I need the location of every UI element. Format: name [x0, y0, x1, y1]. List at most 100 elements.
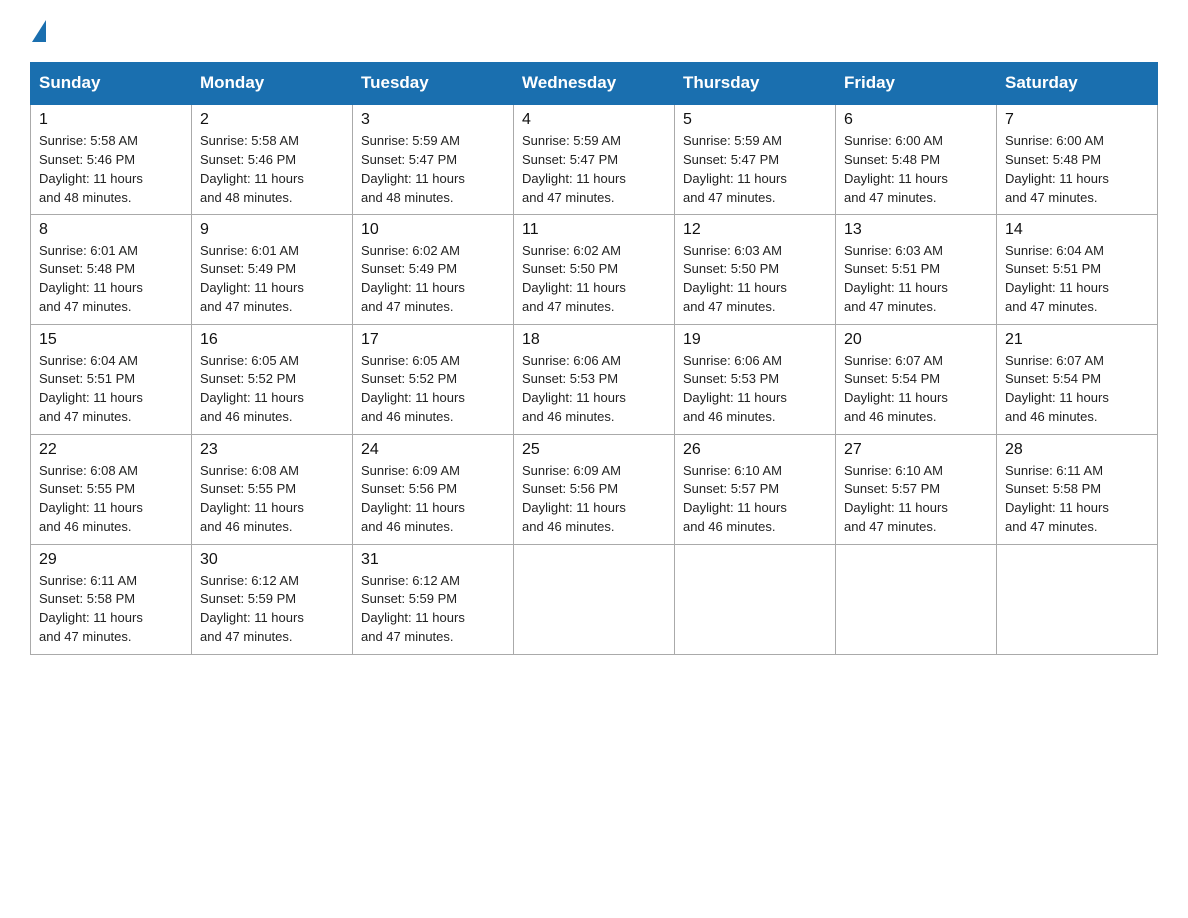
calendar-cell — [675, 544, 836, 654]
day-number: 25 — [522, 441, 666, 459]
calendar-cell: 30 Sunrise: 6:12 AMSunset: 5:59 PMDaylig… — [192, 544, 353, 654]
day-number: 7 — [1005, 111, 1149, 129]
day-number: 8 — [39, 221, 183, 239]
column-header-saturday: Saturday — [997, 63, 1158, 105]
week-row-2: 8 Sunrise: 6:01 AMSunset: 5:48 PMDayligh… — [31, 214, 1158, 324]
calendar-cell: 22 Sunrise: 6:08 AMSunset: 5:55 PMDaylig… — [31, 434, 192, 544]
day-number: 9 — [200, 221, 344, 239]
day-number: 12 — [683, 221, 827, 239]
calendar-table: SundayMondayTuesdayWednesdayThursdayFrid… — [30, 62, 1158, 655]
day-info: Sunrise: 6:10 AMSunset: 5:57 PMDaylight:… — [844, 463, 948, 535]
week-row-1: 1 Sunrise: 5:58 AMSunset: 5:46 PMDayligh… — [31, 104, 1158, 214]
day-number: 1 — [39, 111, 183, 129]
calendar-cell: 3 Sunrise: 5:59 AMSunset: 5:47 PMDayligh… — [353, 104, 514, 214]
day-number: 28 — [1005, 441, 1149, 459]
calendar-cell — [836, 544, 997, 654]
week-row-3: 15 Sunrise: 6:04 AMSunset: 5:51 PMDaylig… — [31, 324, 1158, 434]
calendar-cell: 8 Sunrise: 6:01 AMSunset: 5:48 PMDayligh… — [31, 214, 192, 324]
day-info: Sunrise: 6:06 AMSunset: 5:53 PMDaylight:… — [683, 353, 787, 425]
day-number: 29 — [39, 551, 183, 569]
column-header-friday: Friday — [836, 63, 997, 105]
day-number: 27 — [844, 441, 988, 459]
calendar-cell: 13 Sunrise: 6:03 AMSunset: 5:51 PMDaylig… — [836, 214, 997, 324]
column-header-thursday: Thursday — [675, 63, 836, 105]
calendar-cell: 20 Sunrise: 6:07 AMSunset: 5:54 PMDaylig… — [836, 324, 997, 434]
day-number: 2 — [200, 111, 344, 129]
day-info: Sunrise: 6:02 AMSunset: 5:49 PMDaylight:… — [361, 243, 465, 315]
day-info: Sunrise: 6:12 AMSunset: 5:59 PMDaylight:… — [200, 573, 304, 645]
day-info: Sunrise: 5:59 AMSunset: 5:47 PMDaylight:… — [522, 133, 626, 205]
calendar-cell: 28 Sunrise: 6:11 AMSunset: 5:58 PMDaylig… — [997, 434, 1158, 544]
calendar-cell: 31 Sunrise: 6:12 AMSunset: 5:59 PMDaylig… — [353, 544, 514, 654]
day-number: 23 — [200, 441, 344, 459]
day-info: Sunrise: 6:05 AMSunset: 5:52 PMDaylight:… — [361, 353, 465, 425]
day-info: Sunrise: 6:07 AMSunset: 5:54 PMDaylight:… — [844, 353, 948, 425]
calendar-cell: 27 Sunrise: 6:10 AMSunset: 5:57 PMDaylig… — [836, 434, 997, 544]
day-number: 19 — [683, 331, 827, 349]
day-number: 21 — [1005, 331, 1149, 349]
day-number: 15 — [39, 331, 183, 349]
day-info: Sunrise: 6:01 AMSunset: 5:49 PMDaylight:… — [200, 243, 304, 315]
calendar-header-row: SundayMondayTuesdayWednesdayThursdayFrid… — [31, 63, 1158, 105]
day-number: 24 — [361, 441, 505, 459]
day-info: Sunrise: 5:59 AMSunset: 5:47 PMDaylight:… — [683, 133, 787, 205]
week-row-4: 22 Sunrise: 6:08 AMSunset: 5:55 PMDaylig… — [31, 434, 1158, 544]
calendar-cell: 18 Sunrise: 6:06 AMSunset: 5:53 PMDaylig… — [514, 324, 675, 434]
day-number: 14 — [1005, 221, 1149, 239]
column-header-monday: Monday — [192, 63, 353, 105]
day-info: Sunrise: 6:08 AMSunset: 5:55 PMDaylight:… — [200, 463, 304, 535]
column-header-tuesday: Tuesday — [353, 63, 514, 105]
logo-triangle-icon — [32, 20, 46, 42]
calendar-cell: 25 Sunrise: 6:09 AMSunset: 5:56 PMDaylig… — [514, 434, 675, 544]
calendar-cell: 1 Sunrise: 5:58 AMSunset: 5:46 PMDayligh… — [31, 104, 192, 214]
day-info: Sunrise: 6:11 AMSunset: 5:58 PMDaylight:… — [1005, 463, 1109, 535]
day-info: Sunrise: 5:58 AMSunset: 5:46 PMDaylight:… — [39, 133, 143, 205]
day-info: Sunrise: 6:11 AMSunset: 5:58 PMDaylight:… — [39, 573, 143, 645]
column-header-sunday: Sunday — [31, 63, 192, 105]
calendar-cell: 17 Sunrise: 6:05 AMSunset: 5:52 PMDaylig… — [353, 324, 514, 434]
day-info: Sunrise: 5:59 AMSunset: 5:47 PMDaylight:… — [361, 133, 465, 205]
calendar-cell: 15 Sunrise: 6:04 AMSunset: 5:51 PMDaylig… — [31, 324, 192, 434]
calendar-cell: 26 Sunrise: 6:10 AMSunset: 5:57 PMDaylig… — [675, 434, 836, 544]
calendar-cell: 23 Sunrise: 6:08 AMSunset: 5:55 PMDaylig… — [192, 434, 353, 544]
day-info: Sunrise: 6:04 AMSunset: 5:51 PMDaylight:… — [39, 353, 143, 425]
calendar-cell — [997, 544, 1158, 654]
day-info: Sunrise: 6:10 AMSunset: 5:57 PMDaylight:… — [683, 463, 787, 535]
day-number: 13 — [844, 221, 988, 239]
day-info: Sunrise: 6:00 AMSunset: 5:48 PMDaylight:… — [844, 133, 948, 205]
day-info: Sunrise: 6:01 AMSunset: 5:48 PMDaylight:… — [39, 243, 143, 315]
day-number: 31 — [361, 551, 505, 569]
day-number: 22 — [39, 441, 183, 459]
day-number: 17 — [361, 331, 505, 349]
calendar-cell: 21 Sunrise: 6:07 AMSunset: 5:54 PMDaylig… — [997, 324, 1158, 434]
day-info: Sunrise: 6:03 AMSunset: 5:51 PMDaylight:… — [844, 243, 948, 315]
day-info: Sunrise: 6:00 AMSunset: 5:48 PMDaylight:… — [1005, 133, 1109, 205]
day-number: 10 — [361, 221, 505, 239]
day-info: Sunrise: 6:07 AMSunset: 5:54 PMDaylight:… — [1005, 353, 1109, 425]
day-info: Sunrise: 6:09 AMSunset: 5:56 PMDaylight:… — [522, 463, 626, 535]
calendar-cell: 6 Sunrise: 6:00 AMSunset: 5:48 PMDayligh… — [836, 104, 997, 214]
day-number: 3 — [361, 111, 505, 129]
calendar-cell: 11 Sunrise: 6:02 AMSunset: 5:50 PMDaylig… — [514, 214, 675, 324]
day-number: 11 — [522, 221, 666, 239]
calendar-cell: 29 Sunrise: 6:11 AMSunset: 5:58 PMDaylig… — [31, 544, 192, 654]
day-info: Sunrise: 6:09 AMSunset: 5:56 PMDaylight:… — [361, 463, 465, 535]
day-number: 18 — [522, 331, 666, 349]
calendar-cell: 7 Sunrise: 6:00 AMSunset: 5:48 PMDayligh… — [997, 104, 1158, 214]
day-number: 20 — [844, 331, 988, 349]
calendar-cell: 5 Sunrise: 5:59 AMSunset: 5:47 PMDayligh… — [675, 104, 836, 214]
day-number: 5 — [683, 111, 827, 129]
day-info: Sunrise: 6:02 AMSunset: 5:50 PMDaylight:… — [522, 243, 626, 315]
calendar-cell: 12 Sunrise: 6:03 AMSunset: 5:50 PMDaylig… — [675, 214, 836, 324]
column-header-wednesday: Wednesday — [514, 63, 675, 105]
calendar-cell: 24 Sunrise: 6:09 AMSunset: 5:56 PMDaylig… — [353, 434, 514, 544]
day-info: Sunrise: 6:12 AMSunset: 5:59 PMDaylight:… — [361, 573, 465, 645]
day-number: 26 — [683, 441, 827, 459]
week-row-5: 29 Sunrise: 6:11 AMSunset: 5:58 PMDaylig… — [31, 544, 1158, 654]
day-info: Sunrise: 5:58 AMSunset: 5:46 PMDaylight:… — [200, 133, 304, 205]
day-info: Sunrise: 6:04 AMSunset: 5:51 PMDaylight:… — [1005, 243, 1109, 315]
day-info: Sunrise: 6:05 AMSunset: 5:52 PMDaylight:… — [200, 353, 304, 425]
logo — [30, 20, 46, 42]
day-info: Sunrise: 6:06 AMSunset: 5:53 PMDaylight:… — [522, 353, 626, 425]
day-info: Sunrise: 6:03 AMSunset: 5:50 PMDaylight:… — [683, 243, 787, 315]
